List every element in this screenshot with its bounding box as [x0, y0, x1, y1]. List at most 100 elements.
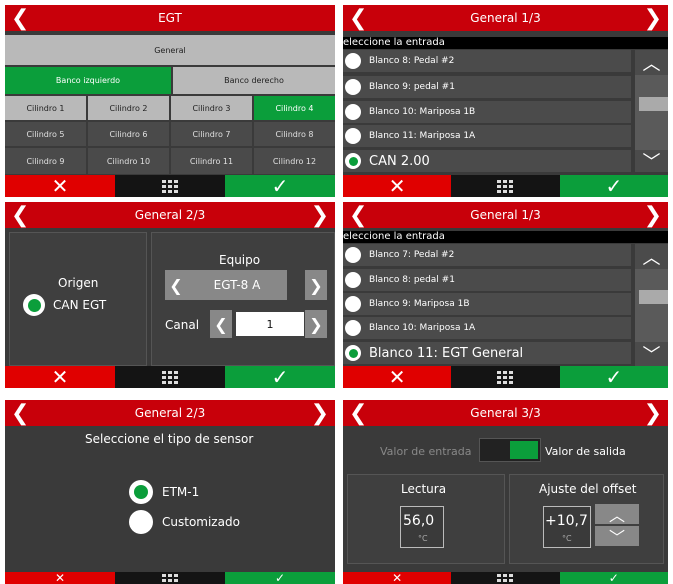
- forward-arrow-icon[interactable]: ❯: [644, 400, 662, 426]
- forward-arrow-icon[interactable]: ❯: [644, 5, 662, 31]
- equipo-next-button[interactable]: ❯: [305, 270, 327, 300]
- header: ❮ General 1/3 ❯: [343, 5, 668, 31]
- back-arrow-icon[interactable]: ❮: [349, 5, 367, 31]
- back-arrow-icon[interactable]: ❮: [11, 5, 29, 31]
- sensor-type-prompt: Seleccione el tipo de sensor: [85, 432, 254, 446]
- scrollbar-thumb[interactable]: [639, 97, 668, 111]
- bottom-bar: ✕ ✓: [5, 174, 335, 197]
- page-title: General 2/3: [134, 406, 206, 420]
- panel-general-3-3: ❮ General 3/3 ❯ Valor de entrada Valor d…: [343, 400, 668, 584]
- cancel-button[interactable]: ✕: [5, 174, 115, 197]
- cancel-button[interactable]: ✕: [5, 365, 115, 388]
- cancel-button[interactable]: ✕: [5, 571, 115, 584]
- scroll-down-button[interactable]: ﹀: [635, 150, 668, 173]
- radio-icon: [345, 53, 361, 69]
- bottom-bar: ✕ ✓: [343, 571, 668, 584]
- menu-grid-button[interactable]: [451, 366, 560, 388]
- cylinder-2[interactable]: Cilindro 2: [88, 96, 169, 120]
- cylinder-4[interactable]: Cilindro 4: [254, 96, 335, 120]
- cancel-button[interactable]: ✕: [343, 174, 452, 197]
- cylinder-8[interactable]: Cilindro 8: [254, 122, 335, 146]
- offset-up-button[interactable]: ︿: [595, 504, 639, 525]
- cancel-button[interactable]: ✕: [343, 365, 452, 388]
- forward-arrow-icon[interactable]: ❯: [311, 400, 329, 426]
- page-title: EGT: [158, 11, 182, 25]
- confirm-button[interactable]: ✓: [559, 174, 668, 197]
- list-item[interactable]: Blanco 9: Mariposa 1B: [343, 293, 631, 315]
- menu-grid-button[interactable]: [115, 366, 225, 388]
- canal-label: Canal: [165, 318, 200, 332]
- menu-grid-button[interactable]: [115, 175, 225, 197]
- scroll-up-button[interactable]: ︿: [635, 50, 668, 75]
- radio-icon: [345, 320, 361, 336]
- list-item-selected[interactable]: Blanco 11: EGT General: [343, 342, 631, 364]
- custom-radio[interactable]: [129, 510, 153, 534]
- radio-icon: [345, 79, 361, 95]
- lectura-value: 56,0: [403, 513, 435, 529]
- page-title: General 1/3: [470, 208, 541, 222]
- list-item[interactable]: Blanco 8: pedal #1: [343, 269, 631, 291]
- grid-icon: [162, 179, 178, 193]
- subtitle: eleccione la entrada: [343, 37, 668, 49]
- cylinder-6[interactable]: Cilindro 6: [88, 122, 169, 146]
- cylinder-9[interactable]: Cilindro 9: [5, 148, 86, 174]
- header: ❮ General 2/3 ❯: [5, 400, 335, 426]
- origin-radio[interactable]: [23, 294, 45, 316]
- page-title: General 1/3: [470, 11, 541, 25]
- menu-grid-button[interactable]: [451, 572, 560, 584]
- radio-selected-icon: [134, 485, 148, 499]
- left-bank-tab[interactable]: Banco izquierdo: [5, 67, 171, 94]
- offset-down-button[interactable]: ﹀: [595, 526, 639, 547]
- right-bank-tab[interactable]: Banco derecho: [173, 67, 335, 94]
- confirm-button[interactable]: ✓: [225, 365, 335, 388]
- general-button[interactable]: General: [5, 35, 335, 65]
- radio-selected-icon: [345, 345, 361, 361]
- cylinder-7[interactable]: Cilindro 7: [171, 122, 252, 146]
- scroll-down-button[interactable]: ﹀: [635, 342, 668, 366]
- page-title: General 3/3: [470, 406, 541, 420]
- confirm-button[interactable]: ✓: [225, 174, 335, 197]
- equipo-prev-button[interactable]: ❮: [165, 270, 187, 300]
- scrollbar-thumb[interactable]: [639, 290, 668, 304]
- list-item-label: Blanco 11: Mariposa 1A: [369, 131, 476, 141]
- back-arrow-icon[interactable]: ❮: [11, 202, 29, 228]
- list-item[interactable]: Blanco 7: Pedal #2: [343, 244, 631, 266]
- cylinder-5[interactable]: Cilindro 5: [5, 122, 86, 146]
- list-item-label: Blanco 10: Mariposa 1A: [369, 323, 476, 333]
- grid-icon: [162, 370, 178, 384]
- confirm-button[interactable]: ✓: [559, 571, 668, 584]
- list-item-selected[interactable]: CAN 2.00: [343, 150, 631, 172]
- confirm-button[interactable]: ✓: [225, 571, 335, 584]
- list-item[interactable]: Blanco 11: Mariposa 1A: [343, 125, 631, 147]
- list-item-label: Blanco 7: Pedal #2: [369, 250, 455, 260]
- menu-grid-button[interactable]: [115, 572, 225, 584]
- list-item[interactable]: Blanco 10: Mariposa 1A: [343, 317, 631, 339]
- grid-icon: [497, 574, 514, 582]
- cylinder-10[interactable]: Cilindro 10: [88, 148, 169, 174]
- list-item[interactable]: Blanco 8: Pedal #2: [343, 50, 631, 72]
- cylinder-12[interactable]: Cilindro 12: [254, 148, 335, 174]
- menu-grid-button[interactable]: [451, 175, 560, 197]
- canal-prev-button[interactable]: ❮: [210, 310, 232, 338]
- list-item[interactable]: Blanco 10: Mariposa 1B: [343, 101, 631, 123]
- input-output-toggle[interactable]: [479, 438, 541, 462]
- confirm-button[interactable]: ✓: [559, 365, 668, 388]
- forward-arrow-icon[interactable]: ❯: [311, 202, 329, 228]
- scroll-up-button[interactable]: ︿: [635, 244, 668, 269]
- etm1-radio[interactable]: [129, 480, 153, 504]
- back-arrow-icon[interactable]: ❮: [11, 400, 29, 426]
- canal-next-button[interactable]: ❯: [305, 310, 327, 338]
- cylinder-1[interactable]: Cilindro 1: [5, 96, 86, 120]
- radio-icon: [345, 104, 361, 120]
- cylinder-11[interactable]: Cilindro 11: [171, 148, 252, 174]
- forward-arrow-icon[interactable]: ❯: [644, 202, 662, 228]
- panel-egt: ❮ EGT General Banco izquierdo Banco dere…: [5, 5, 335, 197]
- back-arrow-icon[interactable]: ❮: [349, 400, 367, 426]
- list-item-label: Blanco 9: Mariposa 1B: [369, 299, 470, 309]
- back-arrow-icon[interactable]: ❮: [349, 202, 367, 228]
- list-item[interactable]: Blanco 9: pedal #1: [343, 76, 631, 98]
- grid-icon: [497, 370, 514, 384]
- cancel-button[interactable]: ✕: [343, 571, 452, 584]
- cylinder-3[interactable]: Cilindro 3: [171, 96, 252, 120]
- panel-general-2-3-a: ❮ General 2/3 ❯ Origen CAN EGT Equipo ❮ …: [5, 202, 335, 388]
